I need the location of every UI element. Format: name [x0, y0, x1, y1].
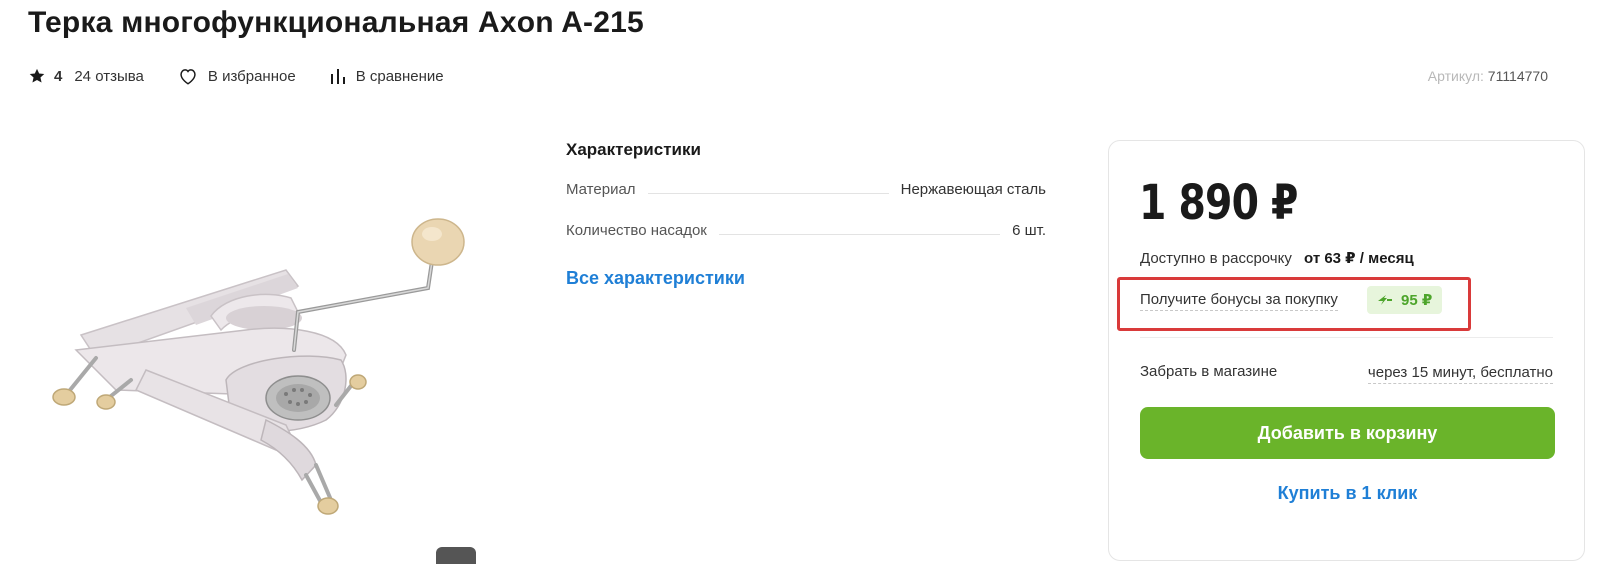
spec-name: Количество насадок — [566, 222, 707, 239]
rating-score: 4 — [54, 67, 63, 85]
spec-row: Количество насадок 6 шт. — [566, 221, 1046, 239]
spec-value: Нержавеющая сталь — [900, 181, 1046, 198]
pickup-value[interactable]: через 15 минут, бесплатно — [1367, 364, 1553, 384]
page-title: Терка многофункциональная Axon A-215 — [28, 6, 644, 39]
sku-value: 71114770 — [1487, 68, 1548, 84]
add-to-compare-button[interactable]: В сравнение — [330, 67, 444, 85]
bonus-label[interactable]: Получите бонусы за покупку — [1140, 291, 1338, 311]
add-to-cart-button[interactable]: Добавить в корзину — [1140, 407, 1555, 459]
sku: Артикул: 71114770 — [1428, 68, 1548, 84]
add-to-favorites-button[interactable]: В избранное — [178, 67, 296, 85]
buy-card: 1 890 ₽ Доступно в рассрочку от 63 ₽ / м… — [1108, 140, 1585, 561]
heart-icon — [180, 69, 196, 85]
spec-leader — [718, 234, 1001, 235]
compare-label: В сравнение — [355, 67, 444, 85]
product-meta-row: 4 24 отзыва В избранное В сравнение — [28, 64, 444, 88]
sku-label: Артикул: — [1427, 68, 1484, 84]
spec-name: Материал — [566, 181, 636, 198]
rating: 4 24 отзыва — [28, 67, 144, 85]
pickup-label: Забрать в магазине — [1140, 363, 1278, 380]
installment-label: Доступно в рассрочку — [1140, 250, 1292, 267]
spec-leader — [647, 193, 889, 194]
specs-section: Характеристики Материал Нержавеющая стал… — [566, 140, 1046, 289]
buy-one-click-button[interactable]: Купить в 1 клик — [1140, 475, 1555, 511]
gallery-thumbnail-edge[interactable] — [436, 547, 476, 564]
price: 1 890 ₽ — [1139, 175, 1298, 231]
bonus-value: 95 ₽ — [1401, 292, 1433, 309]
spec-value: 6 шт. — [1012, 222, 1046, 239]
favorites-label: В избранное — [207, 67, 296, 85]
star-icon — [29, 68, 45, 83]
grater-illustration — [52, 218, 465, 515]
bar-chart-icon — [330, 69, 345, 84]
reviews-link[interactable]: 24 отзыва — [74, 68, 144, 85]
all-specs-link[interactable]: Все характеристики — [566, 268, 745, 289]
spec-row: Материал Нержавеющая сталь — [566, 180, 1046, 198]
installment-info: Доступно в рассрочку от 63 ₽ / месяц — [1140, 249, 1414, 267]
product-image[interactable] — [36, 190, 496, 540]
bonus-badge: 95 ₽ — [1367, 286, 1443, 314]
divider — [1140, 337, 1553, 338]
bonus-arrow-icon — [1378, 295, 1392, 305]
specs-title: Характеристики — [566, 140, 701, 159]
installment-value: от 63 ₽ / месяц — [1304, 250, 1414, 267]
